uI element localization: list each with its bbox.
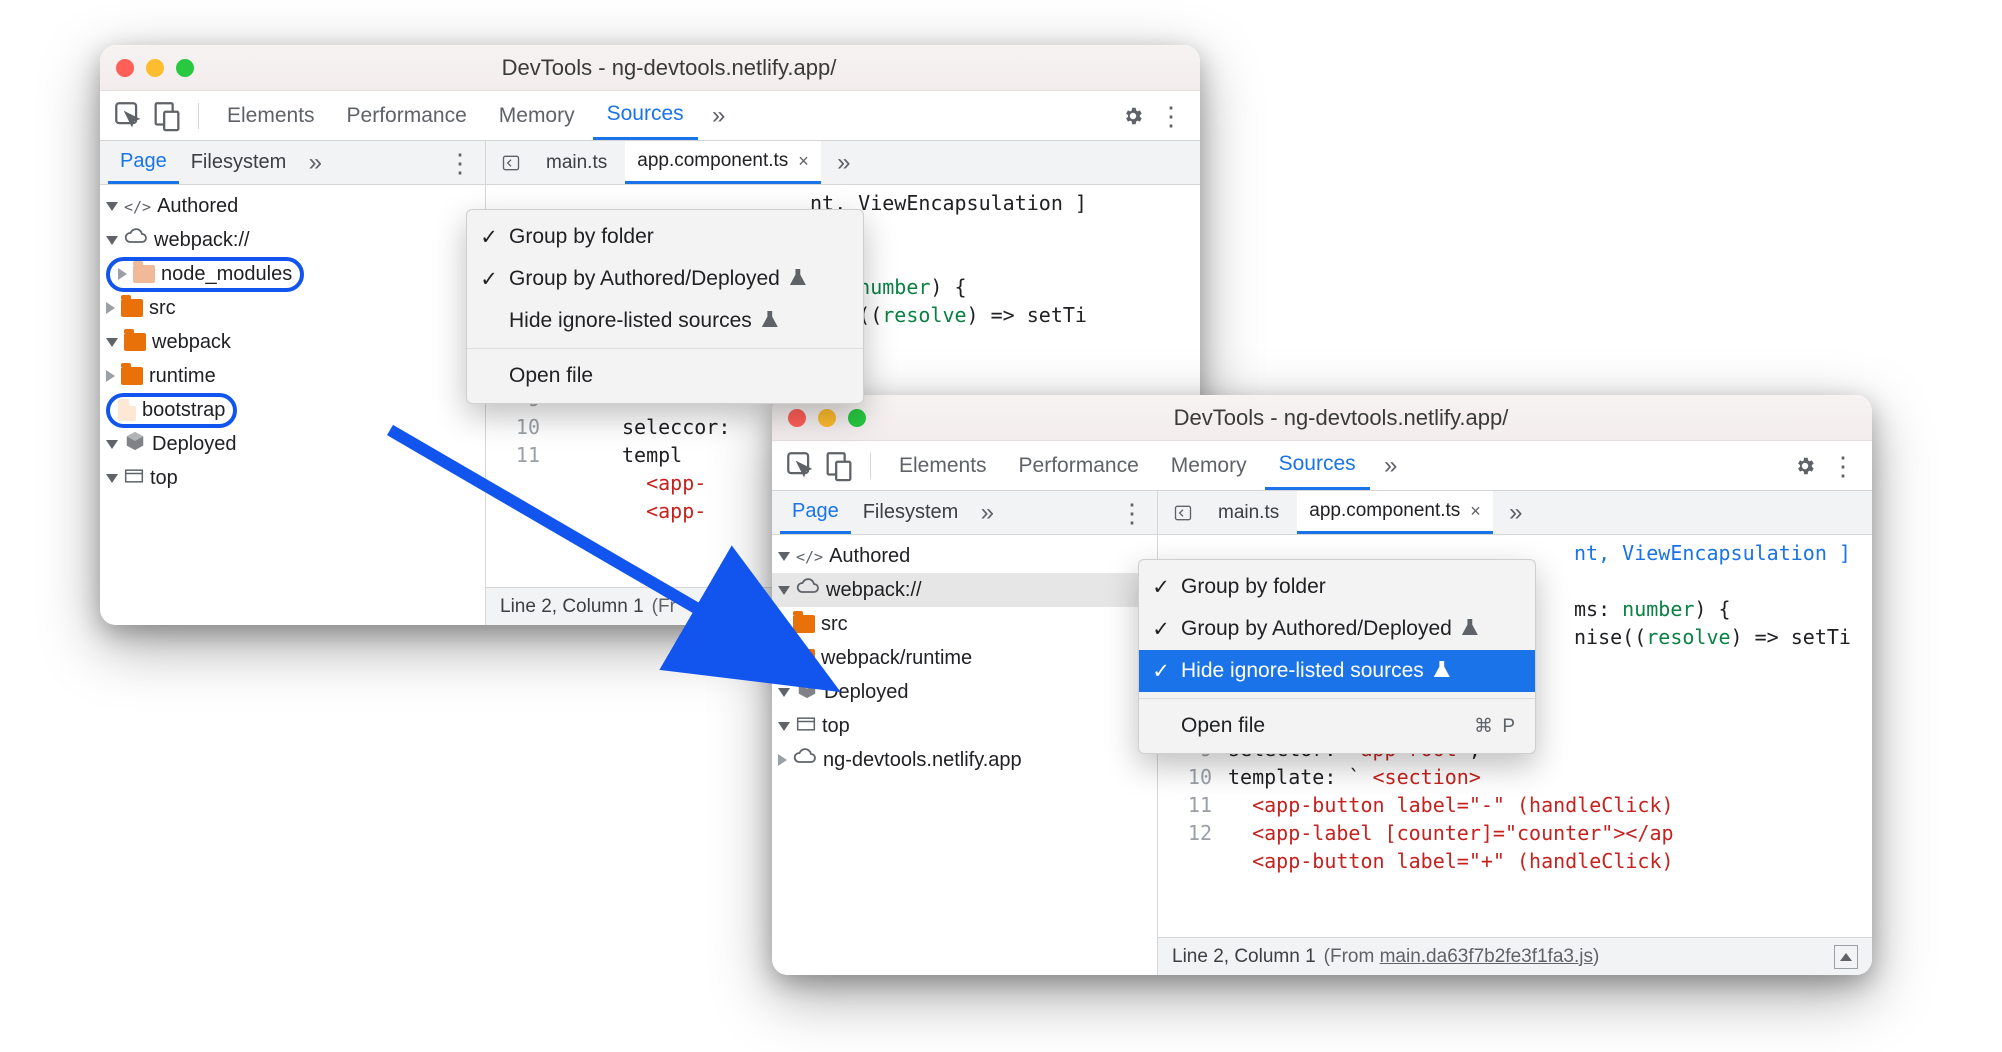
device-toggle-icon[interactable]: [150, 99, 184, 133]
file-tab-app-component[interactable]: app.component.ts ×: [1297, 491, 1493, 534]
more-file-tabs-icon[interactable]: [827, 146, 861, 180]
menu-open-file[interactable]: Open file: [467, 355, 863, 397]
inspect-icon[interactable]: [784, 449, 818, 483]
tree-runtime[interactable]: runtime: [100, 359, 485, 393]
collapse-drawer-icon[interactable]: [1834, 945, 1858, 969]
tab-memory[interactable]: Memory: [485, 91, 589, 140]
more-tabs-icon[interactable]: [702, 99, 736, 133]
tab-elements[interactable]: Elements: [885, 441, 1001, 490]
tree-node-modules[interactable]: node_modules: [100, 257, 485, 291]
tab-performance[interactable]: Performance: [1005, 441, 1153, 490]
page-pane-menu-icon[interactable]: [443, 146, 477, 180]
subtab-page[interactable]: Page: [108, 141, 179, 184]
kebab-menu-icon[interactable]: [1826, 449, 1860, 483]
more-file-tabs-icon[interactable]: [1499, 496, 1533, 530]
more-tabs-icon[interactable]: [1374, 449, 1408, 483]
menu-group-by-authored[interactable]: Group by Authored/Deployed: [467, 258, 863, 300]
titlebar: DevTools - ng-devtools.netlify.app/: [772, 395, 1872, 441]
menu-group-by-folder[interactable]: Group by folder: [467, 216, 863, 258]
tree-src[interactable]: src: [100, 291, 485, 325]
file-nav-prev-icon[interactable]: [1166, 496, 1200, 530]
context-menu: Group by folder Group by Authored/Deploy…: [1138, 559, 1536, 754]
close-tab-icon[interactable]: ×: [1470, 501, 1481, 522]
kebab-menu-icon[interactable]: [1154, 99, 1188, 133]
tree-webpack[interactable]: webpack: [100, 325, 485, 359]
main-toolbar: Elements Performance Memory Sources: [772, 441, 1872, 491]
navigator-tree: Authored webpack:// src webpack/runtime …: [772, 535, 1158, 975]
subtab-filesystem[interactable]: Filesystem: [179, 141, 299, 184]
tree-webpack-runtime[interactable]: webpack/runtime: [772, 641, 1157, 675]
page-pane-menu-icon[interactable]: [1115, 496, 1149, 530]
settings-icon[interactable]: [1116, 99, 1150, 133]
sources-subbar: Page Filesystem main.ts app.component.ts…: [100, 141, 1200, 185]
tree-deployed[interactable]: Deployed: [100, 427, 485, 461]
close-window-button[interactable]: [116, 59, 134, 77]
tree-deployed[interactable]: Deployed: [772, 675, 1157, 709]
tree-top[interactable]: top: [772, 709, 1157, 743]
device-toggle-icon[interactable]: [822, 449, 856, 483]
tree-authored[interactable]: Authored: [100, 189, 485, 223]
menu-group-by-folder[interactable]: Group by folder: [1139, 566, 1535, 608]
subtab-filesystem[interactable]: Filesystem: [851, 491, 971, 534]
menu-open-file[interactable]: Open file⌘ P: [1139, 705, 1535, 747]
navigator-tree: Authored webpack:// node_modules src web…: [100, 185, 486, 625]
window-title: DevTools - ng-devtools.netlify.app/: [886, 405, 1856, 431]
devtools-window-after: DevTools - ng-devtools.netlify.app/ Elem…: [772, 395, 1872, 975]
close-window-button[interactable]: [788, 409, 806, 427]
settings-icon[interactable]: [1788, 449, 1822, 483]
tab-sources[interactable]: Sources: [1265, 441, 1370, 490]
tree-top[interactable]: top: [100, 461, 485, 495]
minimize-window-button[interactable]: [818, 409, 836, 427]
close-tab-icon[interactable]: ×: [798, 151, 809, 172]
sources-subbar: Page Filesystem main.ts app.component.ts…: [772, 491, 1872, 535]
inspect-icon[interactable]: [112, 99, 146, 133]
tree-domain[interactable]: ng-devtools.netlify.app: [772, 743, 1157, 777]
titlebar: DevTools - ng-devtools.netlify.app/: [100, 45, 1200, 91]
menu-hide-ignored[interactable]: Hide ignore-listed sources: [1139, 650, 1535, 692]
tab-sources[interactable]: Sources: [593, 91, 698, 140]
status-bar: Line 2, Column 1 (From main.da63f7b2fe3f…: [1158, 937, 1872, 975]
subtab-page[interactable]: Page: [780, 491, 851, 534]
cursor-position: Line 2, Column 1: [500, 596, 644, 618]
context-menu: Group by folder Group by Authored/Deploy…: [466, 209, 864, 404]
maximize-window-button[interactable]: [176, 59, 194, 77]
window-title: DevTools - ng-devtools.netlify.app/: [214, 55, 1184, 81]
file-tab-main[interactable]: main.ts: [1206, 491, 1291, 534]
cursor-position: Line 2, Column 1: [1172, 946, 1316, 968]
maximize-window-button[interactable]: [848, 409, 866, 427]
file-tab-main[interactable]: main.ts: [534, 141, 619, 184]
tab-elements[interactable]: Elements: [213, 91, 329, 140]
tree-webpack-scheme[interactable]: webpack://: [100, 223, 485, 257]
menu-hide-ignored[interactable]: Hide ignore-listed sources: [467, 300, 863, 342]
main-toolbar: Elements Performance Memory Sources: [100, 91, 1200, 141]
minimize-window-button[interactable]: [146, 59, 164, 77]
file-nav-prev-icon[interactable]: [494, 146, 528, 180]
more-subtabs-icon[interactable]: [298, 146, 332, 180]
tree-src[interactable]: src: [772, 607, 1157, 641]
file-tab-app-component[interactable]: app.component.ts ×: [625, 141, 821, 184]
tree-authored[interactable]: Authored: [772, 539, 1157, 573]
more-subtabs-icon[interactable]: [970, 496, 1004, 530]
tree-bootstrap[interactable]: bootstrap: [100, 393, 485, 427]
tab-memory[interactable]: Memory: [1157, 441, 1261, 490]
tree-webpack-scheme[interactable]: webpack://: [772, 573, 1157, 607]
menu-group-by-authored[interactable]: Group by Authored/Deployed: [1139, 608, 1535, 650]
tab-performance[interactable]: Performance: [333, 91, 481, 140]
sourcemap-link[interactable]: main.da63f7b2fe3f1fa3.js: [1380, 946, 1593, 967]
